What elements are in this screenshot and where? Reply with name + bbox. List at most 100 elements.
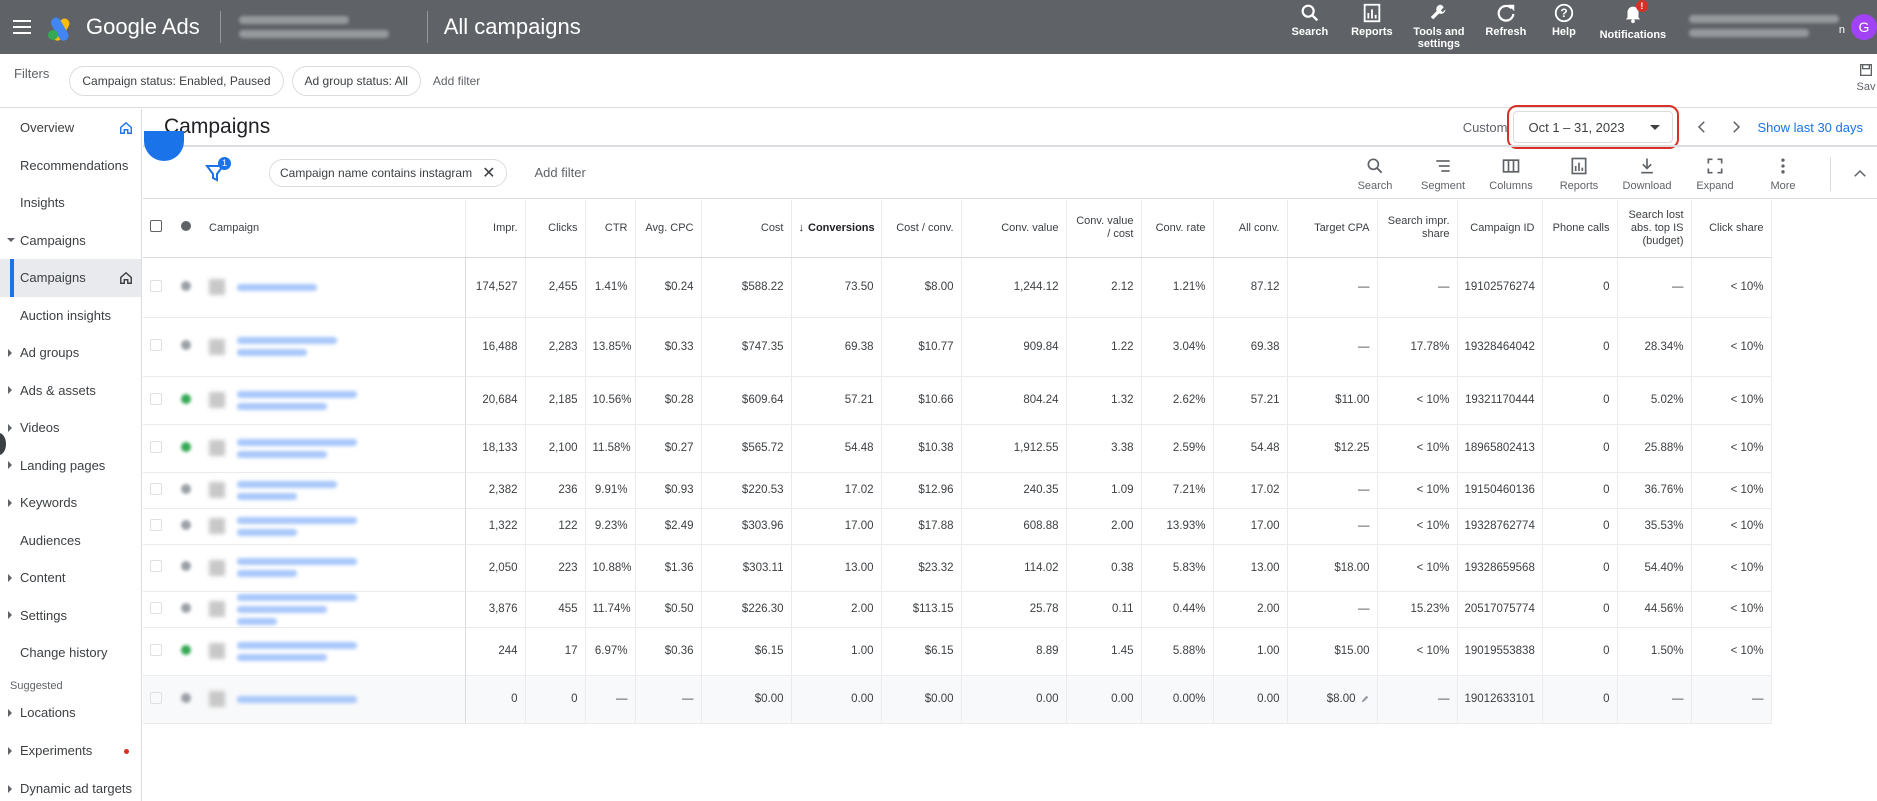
column-header-campaign[interactable]: Campaign: [202, 200, 466, 258]
sidebar-item-campaigns[interactable]: Campaigns: [0, 222, 141, 260]
column-header-avg-cpc[interactable]: Avg. CPC: [635, 200, 702, 258]
campaign-name-cell[interactable]: [202, 472, 466, 509]
sidebar-item-ads-and-assets[interactable]: Ads & assets: [0, 372, 141, 410]
campaign-name-link[interactable]: [237, 695, 357, 703]
sidebar-item-campaigns[interactable]: Campaigns: [0, 259, 141, 297]
sidebar-item-locations[interactable]: Locations: [0, 694, 141, 732]
checkbox[interactable]: [150, 601, 162, 614]
add-table-filter-button[interactable]: Add filter: [535, 165, 586, 180]
edit-pencil-icon[interactable]: [1360, 694, 1370, 704]
checkbox[interactable]: [150, 643, 162, 656]
checkbox[interactable]: [150, 691, 162, 704]
table-row[interactable]: 20,684 2,185 10.56% $0.28 $609.64 57.21 $10.66…: [143, 376, 1772, 425]
status-cell[interactable]: [169, 627, 202, 676]
status-cell[interactable]: [169, 376, 202, 425]
save-button[interactable]: Sav: [1855, 62, 1877, 93]
checkbox[interactable]: [150, 220, 162, 233]
sidebar-item-landing-pages[interactable]: Landing pages: [0, 447, 141, 485]
column-header-conv-rate[interactable]: Conv. rate: [1141, 200, 1214, 258]
segment-button[interactable]: Segment: [1409, 147, 1477, 201]
status-cell[interactable]: [169, 508, 202, 545]
row-checkbox-cell[interactable]: [143, 257, 169, 318]
checkbox[interactable]: [150, 339, 162, 351]
column-header-target-cpa[interactable]: Target CPA: [1287, 200, 1378, 258]
date-range-picker[interactable]: Oct 1 – 31, 2023: [1507, 105, 1680, 149]
filter-button[interactable]: 1: [203, 156, 231, 185]
ad-group-status-filter-chip[interactable]: Ad group status: All: [291, 65, 421, 96]
sidebar-item-audiences[interactable]: Audiences: [0, 522, 141, 560]
campaign-name-link[interactable]: [237, 337, 337, 356]
campaign-name-link[interactable]: [237, 283, 317, 291]
column-header-conversions[interactable]: ↓ Conversions: [791, 200, 882, 258]
sidebar-item-dynamic-ad-targets[interactable]: Dynamic ad targets: [0, 770, 141, 801]
status-cell[interactable]: [169, 424, 202, 473]
campaign-name-link[interactable]: [237, 558, 357, 577]
column-header-phone-calls[interactable]: Phone calls: [1542, 200, 1618, 258]
table-row[interactable]: 16,488 2,283 13.85% $0.33 $747.35 69.38 $10.77…: [143, 317, 1772, 377]
status-cell[interactable]: [169, 675, 202, 724]
refresh-button[interactable]: Refresh: [1475, 0, 1537, 38]
checkbox[interactable]: [150, 392, 162, 405]
sidebar-item-experiments[interactable]: Experiments: [0, 732, 141, 770]
expand-button[interactable]: Expand: [1681, 147, 1749, 201]
campaign-name-cell[interactable]: [202, 544, 466, 592]
campaign-status-filter-chip[interactable]: Campaign status: Enabled, Paused: [69, 65, 284, 96]
row-checkbox-cell[interactable]: [143, 675, 169, 724]
campaign-name-link[interactable]: [237, 480, 337, 500]
sidebar-item-auction-insights[interactable]: Auction insights: [0, 297, 141, 335]
notifications-button[interactable]: ! Notifications: [1591, 0, 1675, 41]
row-checkbox-cell[interactable]: [143, 627, 169, 676]
table-row[interactable]: 3,876 455 11.74% $0.50 $226.30 2.00 $113.15 25.…: [143, 591, 1772, 628]
column-header-clicks[interactable]: Clicks: [525, 200, 586, 258]
table-search-button[interactable]: Search: [1341, 147, 1409, 201]
campaign-name-link[interactable]: [237, 438, 357, 458]
tools-and-settings-button[interactable]: Tools and settings: [1403, 0, 1475, 50]
reports-button[interactable]: Reports: [1341, 0, 1403, 38]
campaign-name-cell[interactable]: [202, 376, 466, 425]
sidebar-item-insights[interactable]: Insights: [0, 184, 141, 222]
status-cell[interactable]: [169, 257, 202, 318]
table-row[interactable]: 174,527 2,455 1.41% $0.24 $588.22 73.50 $8.00 1…: [143, 257, 1772, 318]
campaign-name-cell[interactable]: [202, 257, 466, 318]
help-button[interactable]: ? Help: [1537, 0, 1591, 38]
row-checkbox-cell[interactable]: [143, 591, 169, 628]
menu-icon[interactable]: [2, 0, 42, 54]
add-filter-button[interactable]: Add filter: [433, 74, 480, 88]
status-cell[interactable]: [169, 472, 202, 509]
campaign-name-cell[interactable]: [202, 508, 466, 545]
row-checkbox-cell[interactable]: [143, 376, 169, 425]
column-header-search-impr-share[interactable]: Search impr. share: [1377, 200, 1458, 258]
sidebar-item-overview[interactable]: Overview: [0, 109, 141, 147]
campaign-name-cell[interactable]: [202, 627, 466, 676]
next-period-button[interactable]: [1719, 111, 1753, 143]
status-column-header[interactable]: [169, 200, 202, 258]
row-checkbox-cell[interactable]: [143, 544, 169, 592]
sidebar-item-videos[interactable]: Videos: [0, 409, 141, 447]
table-row[interactable]: 1,322 122 9.23% $2.49 $303.96 17.00 $17.88 608.…: [143, 508, 1772, 545]
checkbox[interactable]: [150, 279, 162, 292]
more-button[interactable]: More: [1749, 147, 1817, 201]
close-icon[interactable]: ✕: [482, 163, 495, 183]
table-row[interactable]: 2,382 236 9.91% $0.93 $220.53 17.02 $12.96 240.…: [143, 472, 1772, 509]
sidebar-item-keywords[interactable]: Keywords: [0, 484, 141, 522]
sidebar-item-settings[interactable]: Settings: [0, 597, 141, 635]
column-header-campaign-id[interactable]: Campaign ID: [1457, 200, 1543, 258]
checkbox[interactable]: [150, 518, 162, 531]
select-all-checkbox[interactable]: [143, 200, 169, 258]
download-button[interactable]: Download: [1613, 147, 1681, 201]
google-ads-logo[interactable]: Google Ads: [48, 14, 200, 43]
column-header-cost-conv[interactable]: Cost / conv.: [881, 200, 962, 258]
status-cell[interactable]: [169, 544, 202, 592]
row-checkbox-cell[interactable]: [143, 424, 169, 473]
checkbox[interactable]: [150, 440, 162, 453]
row-checkbox-cell[interactable]: [143, 508, 169, 545]
campaign-name-link[interactable]: [237, 390, 357, 410]
table-reports-button[interactable]: Reports: [1545, 147, 1613, 201]
campaign-name-cell[interactable]: [202, 317, 466, 377]
show-last-30-days-link[interactable]: Show last 30 days: [1757, 120, 1863, 135]
campaign-name-link[interactable]: [237, 641, 357, 661]
account-selector[interactable]: [238, 10, 409, 44]
column-header-ctr[interactable]: CTR: [585, 200, 636, 258]
column-header-conv-value-cost[interactable]: Conv. value / cost: [1066, 200, 1142, 258]
row-checkbox-cell[interactable]: [143, 317, 169, 377]
